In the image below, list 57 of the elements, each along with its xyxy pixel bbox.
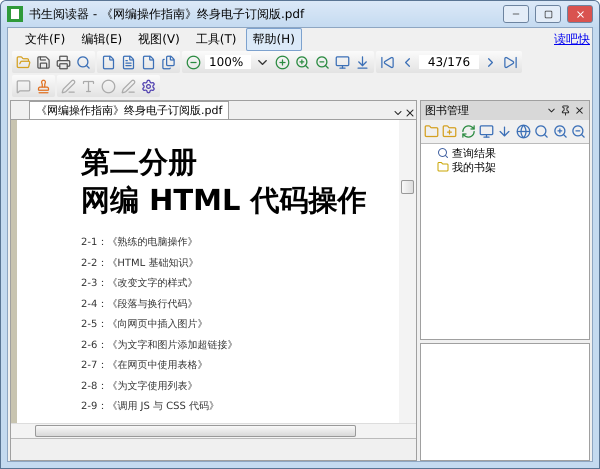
zoom-field[interactable]: 100% bbox=[205, 55, 251, 69]
monitor-icon[interactable] bbox=[478, 123, 495, 140]
toc-entry: 2-5：《向网页中插入图片》 bbox=[81, 318, 208, 332]
print-icon[interactable] bbox=[55, 54, 72, 70]
toc-entry: 2-3：《改变文字的样式》 bbox=[81, 276, 198, 292]
close-button[interactable] bbox=[567, 5, 593, 23]
save-icon[interactable] bbox=[35, 54, 52, 70]
globe-icon[interactable] bbox=[515, 123, 532, 140]
zoom-in-icon[interactable] bbox=[274, 54, 291, 70]
zoom-icon[interactable] bbox=[552, 123, 568, 140]
close-icon bbox=[574, 8, 586, 20]
scrollbar-thumb[interactable] bbox=[401, 180, 414, 194]
toc-entry: 2-9：《调用 JS 与 CSS 代码》 bbox=[81, 400, 220, 414]
settings-icon[interactable] bbox=[140, 78, 157, 94]
folder-icon bbox=[437, 161, 449, 173]
pin-icon[interactable] bbox=[560, 105, 571, 116]
minimize-button[interactable] bbox=[503, 5, 529, 23]
magnify-plus-icon[interactable] bbox=[294, 54, 311, 70]
header-link[interactable]: 读吧快 bbox=[554, 30, 592, 48]
stamp-icon[interactable] bbox=[35, 78, 52, 94]
close-icon[interactable] bbox=[404, 107, 416, 119]
document-tab[interactable]: 《网编操作指南》终身电子订阅版.pdf bbox=[29, 101, 230, 119]
screen-icon[interactable] bbox=[334, 54, 351, 70]
search-icon[interactable] bbox=[534, 123, 550, 140]
menu-item[interactable]: 编辑(E) bbox=[74, 28, 130, 50]
page-icon[interactable] bbox=[140, 54, 157, 70]
page-heading: 网编 HTML 代码操作 bbox=[81, 182, 368, 219]
menu-item[interactable]: 视图(V) bbox=[131, 28, 187, 50]
page-field[interactable]: 43/176 bbox=[419, 55, 479, 69]
search-icon bbox=[437, 147, 449, 159]
toc-entry: 2-6：《为文字和图片添加超链接》 bbox=[81, 338, 238, 353]
toc-entry: 2-4：《段落与换行代码》 bbox=[81, 298, 198, 312]
toc-entry: 2-8：《为文字使用列表》 bbox=[81, 380, 198, 394]
menu-item[interactable]: 工具(T) bbox=[188, 28, 244, 50]
zoom-out-icon[interactable] bbox=[185, 54, 202, 70]
search-icon[interactable] bbox=[75, 54, 92, 70]
zoom-icon[interactable] bbox=[570, 123, 587, 140]
maximize-icon bbox=[544, 10, 552, 18]
menu-item[interactable]: 帮助(H) bbox=[246, 28, 302, 50]
toc-entry: 2-1：《熟练的电脑操作》 bbox=[81, 236, 198, 250]
page-heading: 第二分册 bbox=[81, 144, 198, 181]
scrollbar-thumb[interactable] bbox=[35, 425, 356, 437]
close-icon[interactable] bbox=[574, 105, 585, 116]
magnify-minus-icon[interactable] bbox=[314, 54, 331, 70]
app-logo-icon bbox=[7, 6, 23, 22]
tree-item[interactable]: 查询结果 bbox=[452, 146, 496, 160]
refresh-icon[interactable] bbox=[460, 123, 476, 140]
tree-item[interactable]: 我的书架 bbox=[452, 160, 496, 174]
pages-icon[interactable] bbox=[160, 54, 177, 70]
window-title: 书生阅读器 - 《网编操作指南》终身电子订阅版.pdf bbox=[29, 6, 306, 22]
menu-item[interactable]: 文件(F) bbox=[18, 28, 72, 50]
page-icon[interactable] bbox=[120, 54, 137, 70]
toc-entry: 2-2：《HTML 基础知识》 bbox=[81, 256, 200, 271]
maximize-button[interactable] bbox=[535, 5, 561, 23]
page-icon[interactable] bbox=[100, 54, 117, 70]
panel-title: 图书管理 bbox=[425, 103, 470, 118]
toc-entry: 2-7：《在网页中使用表格》 bbox=[81, 358, 208, 374]
